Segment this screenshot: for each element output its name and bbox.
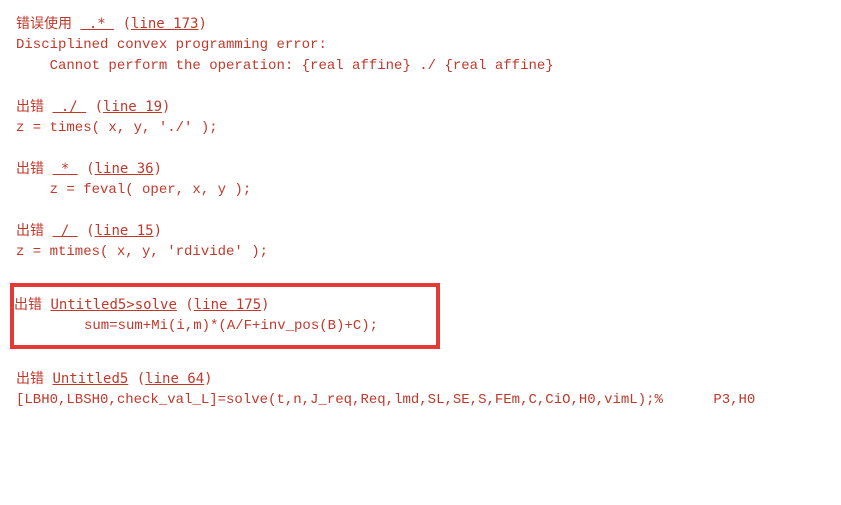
error-heading: 出错 / (line 15) [16,221,825,242]
paren-open: ( [128,371,145,387]
paren-close: ) [198,16,206,32]
function-link[interactable]: ./ [52,99,86,115]
error-block: 出错 ./ (line 19) z = times( x, y, './' ); [16,97,825,139]
line-link[interactable]: line 15 [95,223,154,239]
function-link[interactable]: Untitled5>solve [50,297,176,313]
error-block: 出错 / (line 15) z = mtimes( x, y, 'rdivid… [16,221,825,263]
error-block: 出错 * (line 36) z = feval( oper, x, y ); [16,159,825,201]
paren-open: ( [177,297,194,313]
error-detail: z = times( x, y, './' ); [16,118,825,139]
error-block: 出错 Untitled5 (line 64) [LBH0,LBSH0,check… [16,369,825,411]
paren-close: ) [204,371,212,387]
paren-open: ( [78,223,95,239]
paren-open: ( [114,16,131,32]
function-link[interactable]: Untitled5 [52,371,128,387]
error-block: 错误使用 .* (line 173) Disciplined convex pr… [16,14,825,77]
error-label: 出错 [16,371,52,387]
line-link[interactable]: line 175 [194,297,261,313]
function-link[interactable]: / [52,223,77,239]
error-label: 出错 [16,161,52,177]
paren-close: ) [261,297,269,313]
line-link[interactable]: line 36 [95,161,154,177]
error-detail: sum=sum+Mi(i,m)*(A/F+inv_pos(B)+C); [14,316,428,337]
paren-close: ) [162,99,170,115]
error-label: 出错 [14,297,50,313]
paren-open: ( [86,99,103,115]
line-link[interactable]: line 173 [131,16,198,32]
paren-open: ( [78,161,95,177]
error-detail: Cannot perform the operation: {real affi… [16,56,825,77]
error-detail: z = mtimes( x, y, 'rdivide' ); [16,242,825,263]
error-label: 出错 [16,99,52,115]
error-heading: 出错 Untitled5>solve (line 175) [14,295,428,316]
error-detail: [LBH0,LBSH0,check_val_L]=solve(t,n,J_req… [16,390,825,411]
line-link[interactable]: line 64 [145,371,204,387]
highlighted-error-box: 出错 Untitled5>solve (line 175) sum=sum+Mi… [10,283,440,349]
paren-close: ) [154,161,162,177]
function-link[interactable]: .* [80,16,114,32]
line-link[interactable]: line 19 [103,99,162,115]
error-heading: 出错 ./ (line 19) [16,97,825,118]
error-heading: 出错 Untitled5 (line 64) [16,369,825,390]
error-label: 错误使用 [16,16,80,32]
paren-close: ) [154,223,162,239]
error-heading: 错误使用 .* (line 173) [16,14,825,35]
error-detail: z = feval( oper, x, y ); [16,180,825,201]
error-detail: Disciplined convex programming error: [16,35,825,56]
error-heading: 出错 * (line 36) [16,159,825,180]
function-link[interactable]: * [52,161,77,177]
error-block: 出错 Untitled5>solve (line 175) sum=sum+Mi… [14,295,428,337]
error-label: 出错 [16,223,52,239]
